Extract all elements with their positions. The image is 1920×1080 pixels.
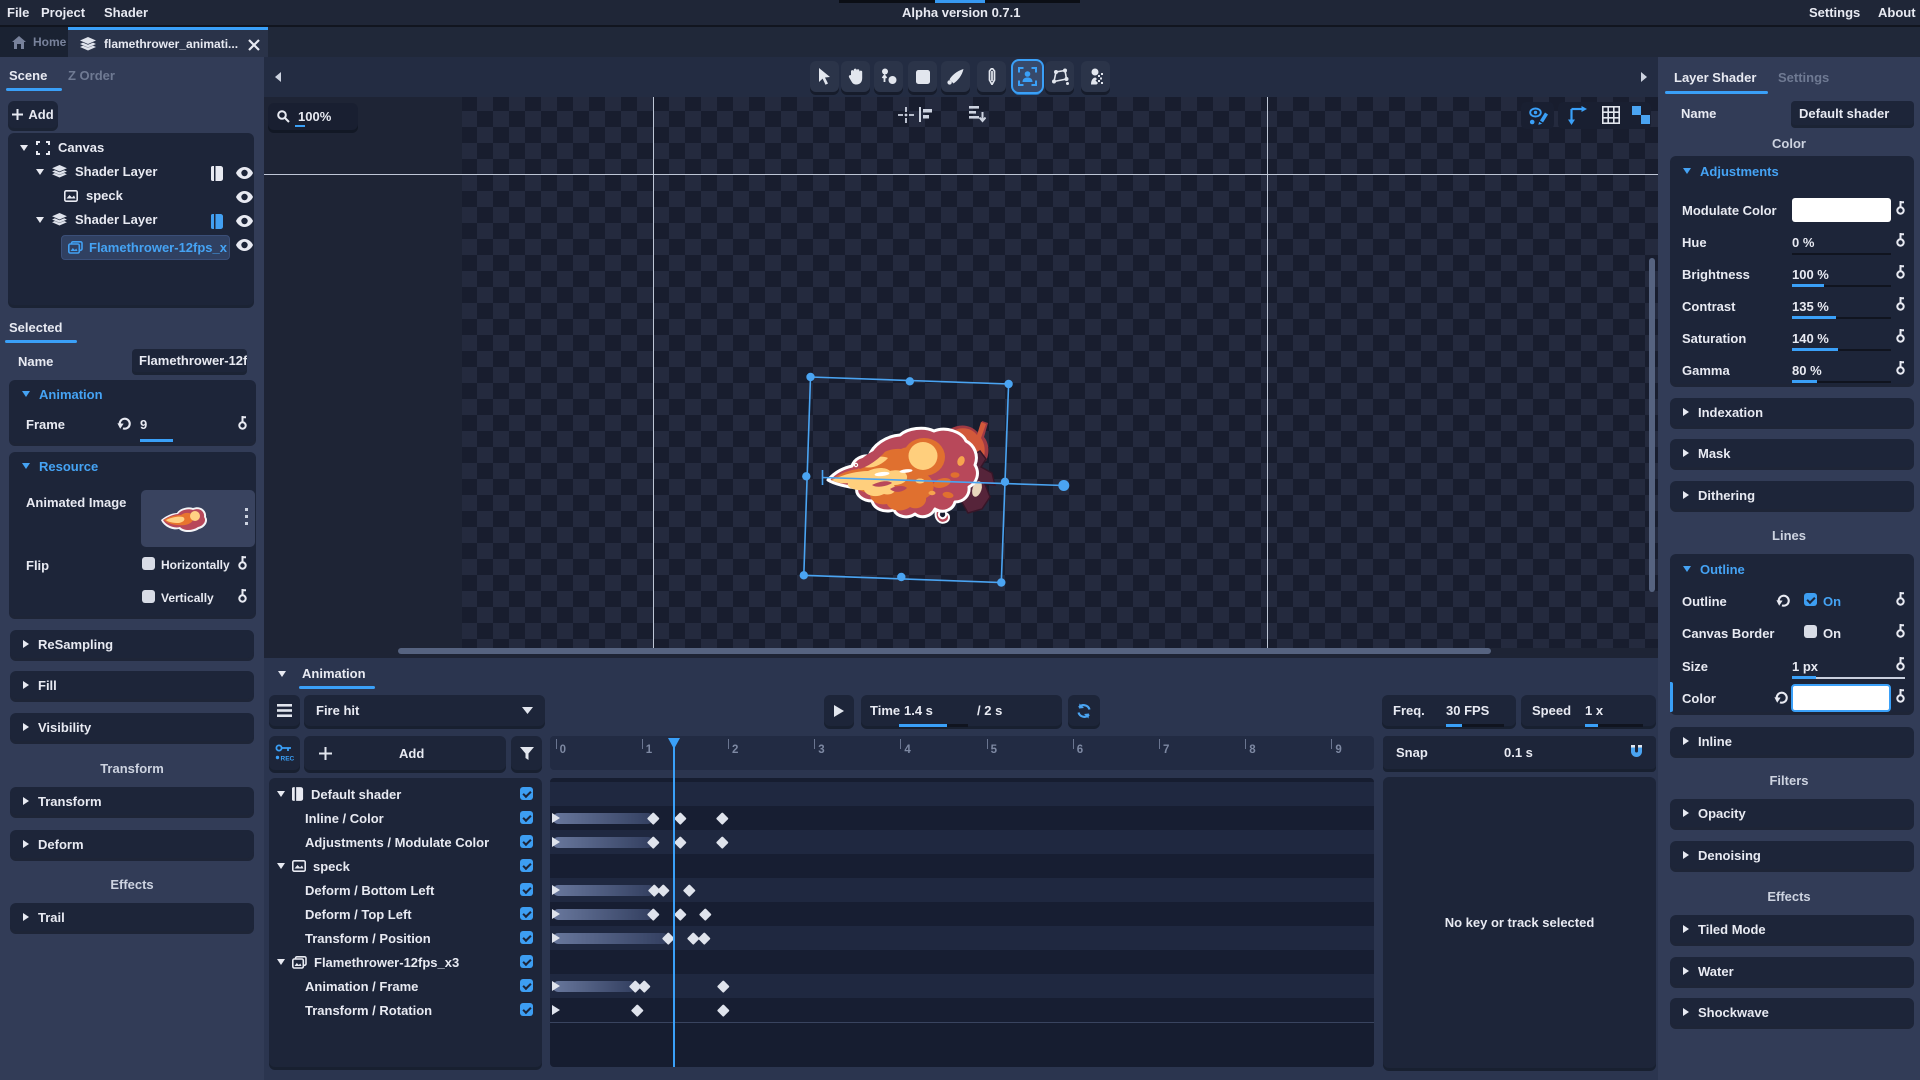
svg-text:REC: REC xyxy=(280,756,294,763)
